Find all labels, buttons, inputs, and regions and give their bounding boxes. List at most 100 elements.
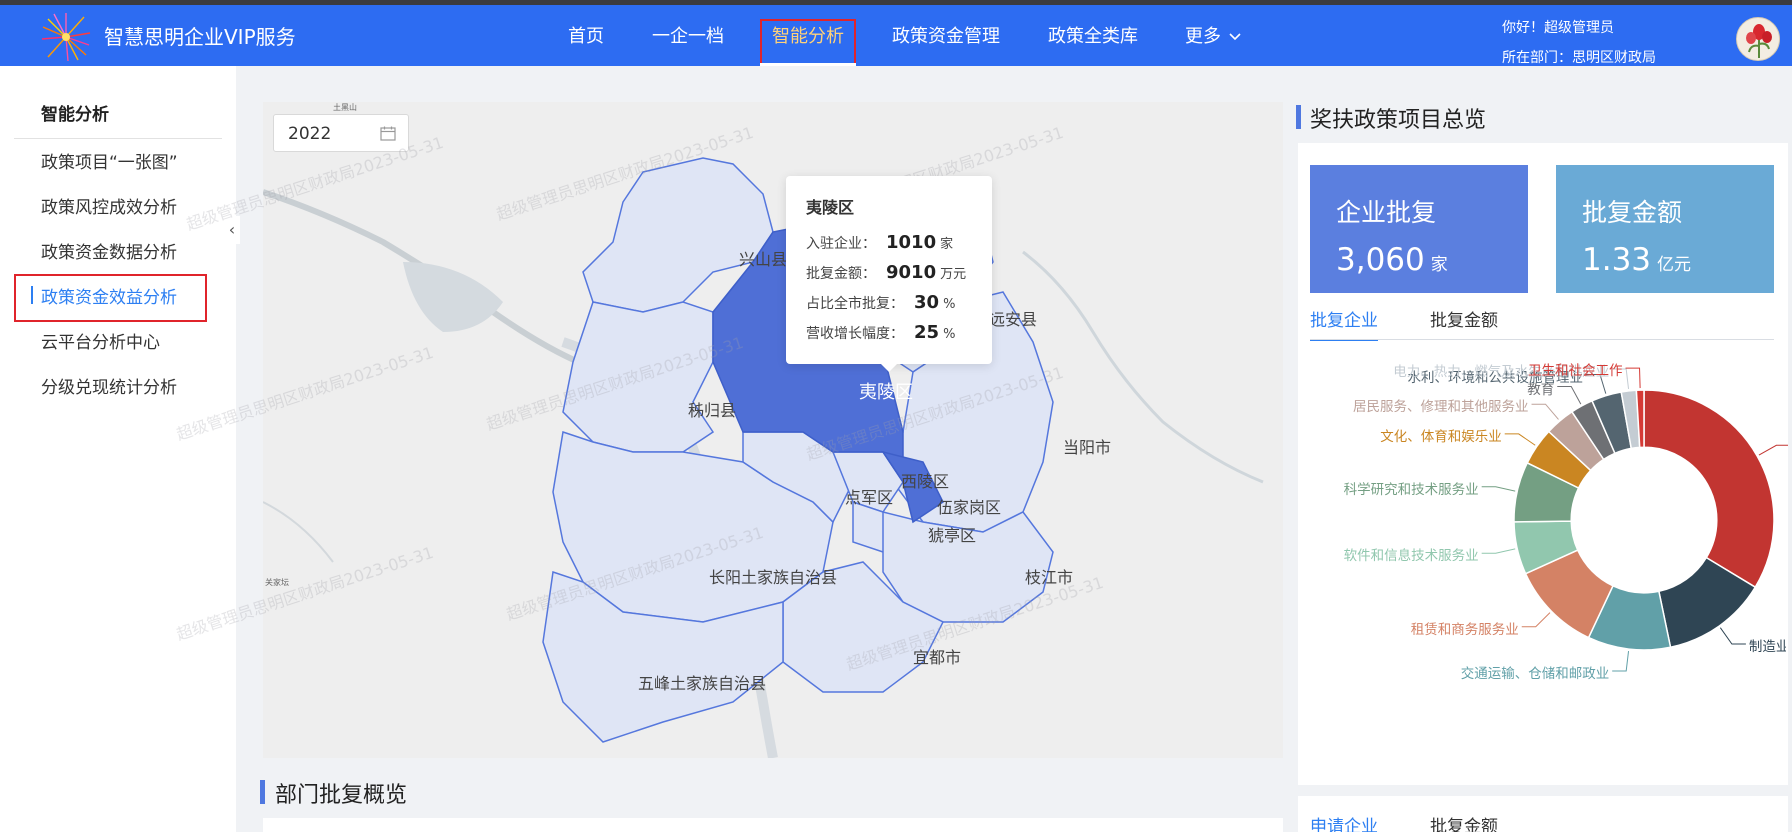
sidebar-item-risk-control[interactable]: 政策风控成效分析: [41, 193, 177, 218]
donut-leader-line: [1481, 548, 1516, 554]
map-label-xingshan: 兴山县: [739, 250, 788, 269]
nav-more-label: 更多: [1185, 26, 1221, 47]
tooltip-row: 占比全市批复： 30%: [806, 292, 955, 313]
region-zigui: [562, 301, 715, 453]
tooltip-label: 占比全市批复：: [806, 296, 904, 312]
highlight-box: [760, 19, 856, 66]
map-label-dianjun: 点军区: [845, 488, 894, 507]
policy-overview-panel: 企业批复 3,060家 批复金额 1.33亿元 批复企业 批复金额 房地产制造业…: [1298, 143, 1788, 785]
card-approved-companies[interactable]: 企业批复 3,060 家: [1310, 165, 1528, 293]
map-label-yidu: 宜都市: [913, 648, 962, 667]
donut-leader-line: [1521, 612, 1551, 628]
apply-panel: 申请企业 批复金额: [1298, 796, 1788, 832]
donut-label: 租赁和商务服务业: [1410, 621, 1519, 638]
nav-more[interactable]: 更多: [1185, 5, 1241, 66]
top-navbar: 智慧思明企业VIP服务 首页 一企一档 智能分析 政策资金管理 政策全类库 更多…: [0, 5, 1792, 66]
map-label-changyang: 长阳土家族自治县: [709, 568, 838, 587]
donut-leader-line: [1557, 386, 1582, 405]
donut-label: 科学研究和技术服务业: [1343, 481, 1479, 498]
nav-policy-library[interactable]: 政策全类库: [1048, 5, 1138, 66]
donut-slice[interactable]: [1643, 389, 1775, 589]
donut-label: 制造业: [1748, 639, 1786, 655]
section-accent: [260, 780, 265, 804]
user-greeting: 你好！超级管理员: [1502, 20, 1614, 36]
donut-label: 居民服务、修理和其他服务业: [1353, 399, 1529, 416]
sidebar-title: 智能分析: [41, 105, 109, 125]
card-number: 3,060: [1336, 242, 1425, 278]
brand-title[interactable]: 智慧思明企业VIP服务: [104, 21, 296, 50]
card-number: 1.33: [1582, 242, 1652, 278]
donut-label: 文化、体育和娱乐业: [1380, 428, 1502, 445]
user-department: 所在部门：思明区财政局: [1502, 50, 1656, 66]
tooltip-row: 批复金额： 9010 万元: [806, 262, 966, 283]
section-accent: [1296, 105, 1301, 129]
card-label: 企业批复: [1336, 198, 1437, 227]
tab-apply-amount[interactable]: 批复金额: [1430, 812, 1498, 832]
nav-smart-analysis[interactable]: 智能分析: [760, 5, 856, 66]
map-tiny-label: 土黑山: [333, 103, 357, 112]
tab-approved-companies[interactable]: 批复企业: [1310, 306, 1378, 341]
chevron-left-icon[interactable]: ‹: [224, 216, 240, 244]
map-tooltip: 夷陵区 入驻企业： 1010 家 批复金额： 9010 万元 占比全市批复： 30% 营收…: [786, 176, 992, 372]
nav-home[interactable]: 首页: [568, 5, 604, 66]
right-panel-title: 奖扶政策项目总览: [1310, 108, 1487, 133]
tooltip-value: 1010: [886, 232, 937, 253]
nav-policy-fund[interactable]: 政策资金管理: [892, 5, 1000, 66]
donut-label: 软件和信息技术服务业: [1343, 548, 1479, 565]
donut-label: 交通运输、仓储和邮政业: [1460, 665, 1610, 682]
avatar[interactable]: [1736, 17, 1780, 61]
card-label: 批复金额: [1582, 198, 1683, 227]
map-canvas: [263, 157, 1264, 758]
tab-approved-amount[interactable]: 批复金额: [1430, 306, 1498, 331]
year-picker[interactable]: 2022: [273, 114, 409, 152]
donut-label: 卫生和社会工作: [1528, 363, 1623, 380]
tooltip-unit: %: [943, 297, 956, 312]
tooltip-unit: 万元: [940, 267, 967, 282]
map-label-xiaoting: 猇亭区: [928, 526, 977, 545]
donut-leader-line: [1758, 444, 1788, 456]
donut-leader-line: [1481, 486, 1516, 492]
map-label-yuanan: 远安县: [989, 310, 1038, 329]
donut-leader-line: [1504, 433, 1536, 446]
card-value: 1.33 亿元: [1582, 242, 1691, 278]
dept-section-title: 部门批复概览: [275, 783, 408, 808]
card-approved-amount[interactable]: 批复金额 1.33 亿元: [1556, 165, 1774, 293]
tooltip-title: 夷陵区: [806, 198, 855, 217]
chevron-down-icon: [1229, 6, 1241, 69]
tooltip-row: 营收增长幅度： 25%: [806, 322, 955, 343]
map-label-xiling: 西陵区: [901, 472, 950, 491]
tooltip-label: 入驻企业：: [806, 236, 876, 252]
tooltip-value: 30: [914, 292, 940, 313]
dept-section-body: [263, 818, 1283, 832]
logo-icon: [40, 11, 92, 63]
tooltip-label: 营收增长幅度：: [806, 326, 904, 342]
tooltip-row: 入驻企业： 1010 家: [806, 232, 953, 253]
donut-leader-line: [1719, 627, 1746, 645]
map-tiny-label: 关家坛: [265, 578, 289, 587]
tooltip-unit: 家: [940, 237, 954, 252]
tab-divider: [1310, 339, 1774, 340]
nav-enterprise-archive[interactable]: 一企一档: [652, 5, 724, 66]
tooltip-unit: %: [943, 327, 956, 342]
card-unit: 家: [1430, 255, 1448, 275]
donut-leader-line: [1531, 403, 1559, 420]
calendar-icon: [380, 126, 396, 141]
tab-apply-companies[interactable]: 申请企业: [1310, 812, 1378, 832]
year-value: 2022: [288, 124, 332, 144]
map-label-yiling[interactable]: 夷陵区: [859, 378, 913, 404]
map-label-zhijiang: 枝江市: [1025, 568, 1074, 587]
map-label-wujiagang: 伍家岗区: [937, 498, 1002, 517]
sidebar: 智能分析 政策项目“一张图” 政策风控成效分析 政策资金数据分析 政策资金效益分…: [0, 66, 240, 832]
sidebar-item-policy-map[interactable]: 政策项目“一张图”: [41, 148, 178, 173]
map-label-dangyang: 当阳市: [1063, 438, 1112, 457]
region-map: 2022 兴山县 远安县 秭归县 夷陵区 当阳市 西陵区 点军区 伍家岗区 猇亭…: [263, 102, 1283, 758]
map-label-zigui: 秭归县: [688, 401, 737, 420]
sidebar-item-fund-data[interactable]: 政策资金数据分析: [41, 238, 177, 263]
card-unit: 亿元: [1657, 255, 1692, 275]
sidebar-item-tiered-stats[interactable]: 分级兑现统计分析: [41, 373, 177, 398]
sidebar-item-cloud-center[interactable]: 云平台分析中心: [41, 328, 160, 353]
card-value: 3,060 家: [1336, 242, 1448, 278]
tooltip-value: 9010: [886, 262, 937, 283]
donut-leader-line: [1612, 651, 1630, 672]
map-label-wufeng: 五峰土家族自治县: [638, 674, 767, 693]
